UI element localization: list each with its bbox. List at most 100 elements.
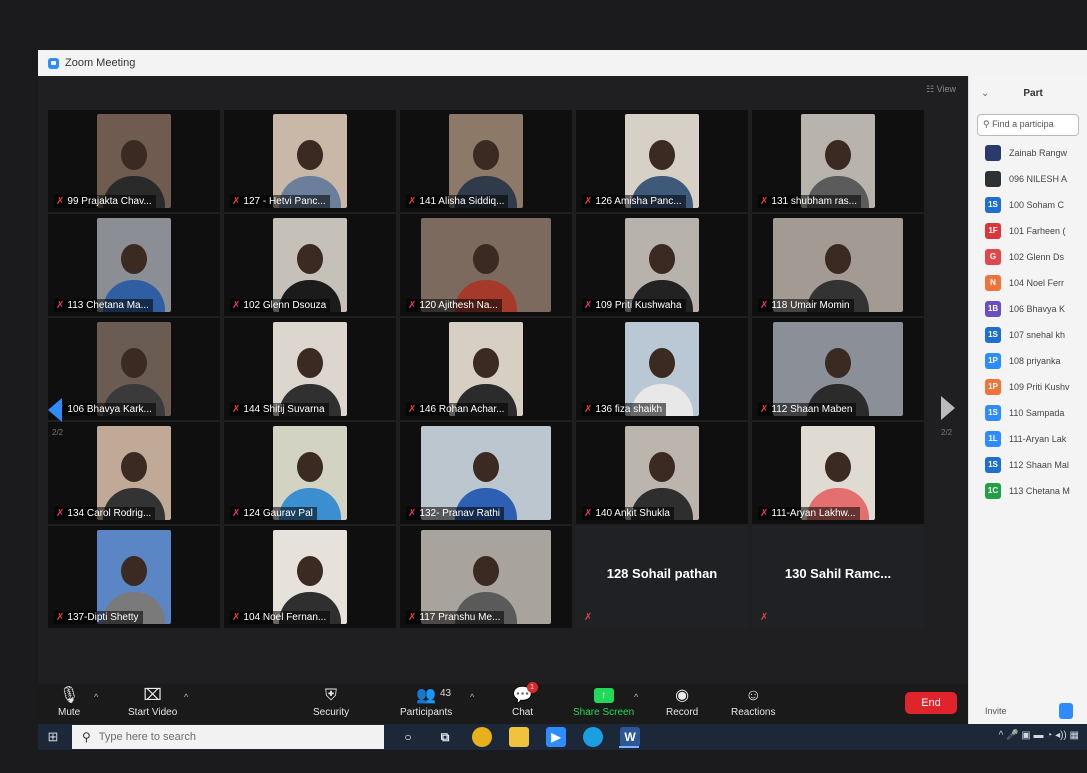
participant-name-label: ✗ 131 shubham ras... — [758, 195, 861, 208]
avatar: 1P — [985, 379, 1001, 395]
chat-button[interactable]: 💬 1 Chat — [512, 682, 538, 718]
participant-list-item[interactable]: 1B 106 Bhavya K — [969, 296, 1087, 322]
participant-name: 137-Dipti Shetty — [67, 612, 139, 623]
participant-list-name: 113 Chetana M — [1009, 486, 1070, 496]
participant-video-tile[interactable]: 128 Sohail pathan ✗ — [576, 526, 748, 628]
muted-mic-icon: ✗ — [408, 508, 417, 519]
participant-video-tile[interactable]: ✗ 102 Glenn Dsouza — [224, 214, 396, 316]
next-page-arrow-icon[interactable] — [941, 396, 955, 420]
participant-name: 146 Rohan Achar... — [419, 404, 505, 415]
participant-video-tile[interactable]: ✗ 113 Chetana Ma... — [48, 214, 220, 316]
participant-list-item[interactable]: G 102 Glenn Ds — [969, 244, 1087, 270]
windows-start-icon[interactable]: ⊞ — [38, 724, 68, 750]
participant-list-item[interactable]: 1S 110 Sampada — [969, 400, 1087, 426]
participant-video-tile[interactable]: ✗ 146 Rohan Achar... — [400, 318, 572, 420]
end-meeting-button[interactable]: End — [905, 692, 957, 714]
chat-badge: 1 — [526, 682, 538, 693]
participant-list-item[interactable]: 1S 112 Shaan Mal — [969, 452, 1087, 478]
participant-video-tile[interactable]: ✗ 111-Aryan Lakhw... — [752, 422, 924, 524]
participant-video-tile[interactable]: ✗ 117 Pranshu Me... — [400, 526, 572, 628]
participant-name-label: ✗ 106 Bhavya Kark... — [54, 403, 156, 416]
participant-list-item[interactable]: 1F 101 Farheen ( — [969, 218, 1087, 244]
participant-video-tile[interactable]: ✗ 140 Ankit Shukla — [576, 422, 748, 524]
participant-search-input[interactable]: ⚲ Find a participa — [977, 114, 1079, 136]
participant-video-tile[interactable]: ✗ 132- Pranav Rathi — [400, 422, 572, 524]
video-options-caret-icon[interactable]: ^ — [184, 692, 188, 702]
participant-video-tile[interactable]: ✗ 120 Ajithesh Na... — [400, 214, 572, 316]
participant-video-tile[interactable]: ✗ 126 Amisha Panc... — [576, 110, 748, 212]
participant-list-item[interactable]: 1L 111-Aryan Lak — [969, 426, 1087, 452]
participant-video-tile[interactable]: ✗ 127 - Hetvi Panc... — [224, 110, 396, 212]
security-button[interactable]: ⛨ Security — [313, 686, 349, 718]
muted-mic-icon: ✗ — [584, 404, 593, 415]
share-options-caret-icon[interactable]: ^ — [634, 692, 638, 702]
edge-browser-icon[interactable] — [583, 727, 603, 747]
file-explorer-icon[interactable] — [509, 727, 529, 747]
participant-video-tile[interactable]: ✗ 144 Shitij Suvarna — [224, 318, 396, 420]
zoom-app-icon[interactable]: ▶ — [546, 727, 566, 747]
participants-icon: 👥 — [416, 687, 437, 704]
participant-video-tile[interactable]: ✗ 109 Priti Kushwaha — [576, 214, 748, 316]
invite-button[interactable]: Invite — [985, 706, 1007, 716]
participant-name-label: ✗ 120 Ajithesh Na... — [406, 299, 502, 312]
share-screen-button[interactable]: ↑ Share Screen — [573, 686, 634, 718]
participant-video-tile[interactable]: ✗ 112 Shaan Maben — [752, 318, 924, 420]
muted-mic-icon: ✗ — [56, 196, 65, 207]
participant-list-item[interactable]: 1S 100 Soham C — [969, 192, 1087, 218]
participant-name: 113 Chetana Ma... — [67, 300, 149, 311]
participant-list-item[interactable]: N 104 Noel Ferr — [969, 270, 1087, 296]
participant-video-tile[interactable]: ✗ 136 fiza shaikh — [576, 318, 748, 420]
participant-list-item[interactable]: 1P 108 priyanka — [969, 348, 1087, 374]
reactions-button[interactable]: ☺ Reactions — [731, 686, 775, 718]
mute-all-button[interactable] — [1058, 703, 1073, 719]
start-video-button[interactable]: ⌧ Start Video — [128, 686, 177, 718]
participant-video-tile[interactable]: ✗ 124 Gaurav Pal — [224, 422, 396, 524]
participant-name-label: ✗ 127 - Hetvi Panc... — [230, 195, 330, 208]
participant-video-tile[interactable]: ✗ 137-Dipti Shetty — [48, 526, 220, 628]
muted-mic-icon: ✗ — [584, 508, 593, 519]
taskbar-search-box[interactable]: ⚲ Type here to search — [72, 725, 384, 749]
participant-list-item[interactable]: 1S 107 snehal kh — [969, 322, 1087, 348]
participant-video-tile[interactable]: ✗ 99 Prajakta Chav... — [48, 110, 220, 212]
participant-video-feed — [97, 218, 171, 312]
participant-list-item[interactable]: 1P 109 Priti Kushv — [969, 374, 1087, 400]
muted-mic-indicator: ✗ — [758, 611, 775, 624]
participant-list-item[interactable]: Zainab Rangw — [969, 140, 1087, 166]
participant-name: 141 Alisha Siddiq... — [419, 196, 505, 207]
participant-name-label: ✗ 141 Alisha Siddiq... — [406, 195, 509, 208]
participant-name: 131 shubham ras... — [771, 196, 857, 207]
participant-video-feed — [273, 530, 347, 624]
shield-icon: ⛨ — [325, 687, 338, 704]
participant-video-feed — [449, 114, 523, 208]
participant-name-label: ✗ 118 Umair Momin — [758, 299, 854, 312]
participants-panel-header: ⌄ Part — [969, 76, 1087, 110]
participant-name-label: ✗ 136 fiza shaikh — [582, 403, 667, 416]
collapse-chevron-icon[interactable]: ⌄ — [981, 88, 989, 99]
muted-mic-icon: ✗ — [760, 196, 769, 207]
avatar: 1S — [985, 405, 1001, 421]
mute-button[interactable]: 🎙 Mute — [58, 686, 80, 718]
participant-video-feed — [801, 426, 875, 520]
participant-video-feed — [773, 218, 903, 312]
previous-page-arrow-icon[interactable] — [48, 398, 62, 422]
task-view-icon[interactable]: ⧉ — [435, 727, 455, 747]
audio-options-caret-icon[interactable]: ^ — [94, 692, 98, 702]
participant-video-tile[interactable]: ✗ 118 Umair Momin — [752, 214, 924, 316]
participants-options-caret-icon[interactable]: ^ — [470, 692, 474, 702]
participant-video-tile[interactable]: 130 Sahil Ramc... ✗ — [752, 526, 924, 628]
cortana-icon[interactable]: ○ — [398, 727, 418, 747]
participant-video-tile[interactable]: ✗ 134 Carol Rodrig... — [48, 422, 220, 524]
system-tray[interactable]: ^ 🎤 ▣ ▬ ◔ ◂)) ▦ — [999, 730, 1079, 741]
muted-mic-icon: ✗ — [408, 612, 417, 623]
record-button[interactable]: ◉ Record — [666, 686, 698, 718]
view-button[interactable]: ☷ View — [926, 84, 956, 95]
participant-list-item[interactable]: 096 NILESH A — [969, 166, 1087, 192]
participant-list-item[interactable]: 1C 113 Chetana M — [969, 478, 1087, 504]
participant-video-tile[interactable]: ✗ 141 Alisha Siddiq... — [400, 110, 572, 212]
participant-video-feed — [773, 322, 903, 416]
chrome-icon[interactable] — [472, 727, 492, 747]
participant-video-tile[interactable]: ✗ 104 Noel Fernan... — [224, 526, 396, 628]
word-app-icon[interactable]: W — [620, 727, 640, 747]
participant-video-tile[interactable]: ✗ 131 shubham ras... — [752, 110, 924, 212]
participant-video-tile[interactable]: ✗ 106 Bhavya Kark... — [48, 318, 220, 420]
